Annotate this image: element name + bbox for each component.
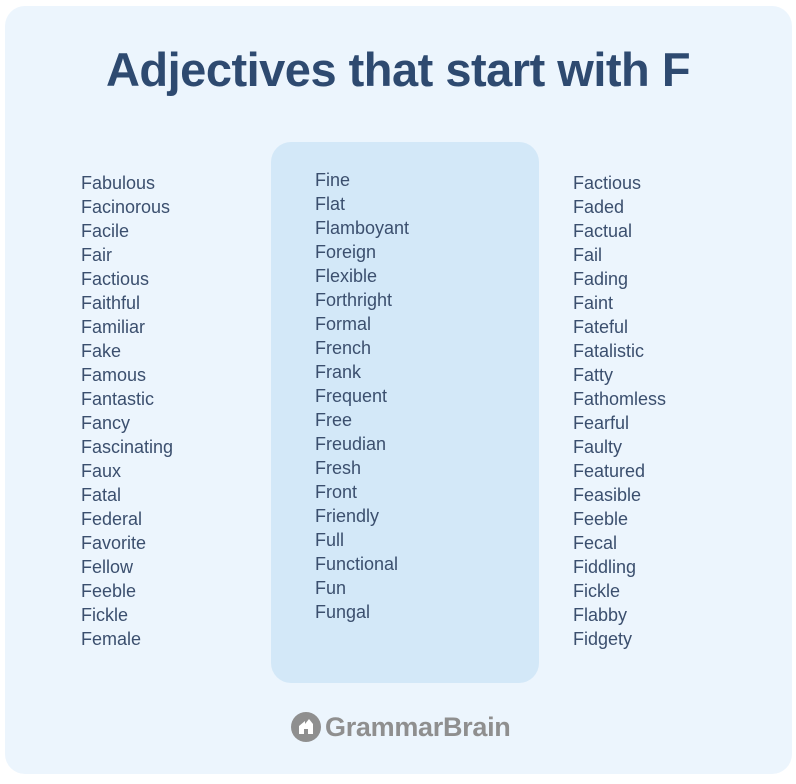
- page-title: Adjectives that start with F: [105, 43, 691, 96]
- adjective-item: Federal: [81, 509, 143, 529]
- adjective-item: Fidgety: [573, 629, 633, 649]
- adjective-item: Freudian: [315, 434, 387, 454]
- adjective-item: Frank: [315, 362, 362, 382]
- adjective-item: Flabby: [573, 605, 628, 625]
- adjective-item: Flat: [315, 194, 346, 214]
- adjective-item: Famous: [81, 365, 147, 385]
- adjective-item: Factious: [573, 173, 642, 193]
- adjective-item: Forthright: [315, 290, 393, 310]
- brand-name: GrammarBrain: [325, 711, 511, 742]
- adjective-item: Fake: [81, 341, 122, 361]
- adjective-item: Female: [81, 629, 142, 649]
- adjective-item: Faux: [81, 461, 122, 481]
- adjective-item: Factual: [573, 221, 633, 241]
- adjective-item: Formal: [315, 314, 372, 334]
- word-column-middle: Fine Flat Flamboyant Foreign Flexible Forthri…: [315, 168, 409, 624]
- adjective-item: Fine: [315, 170, 351, 190]
- adjective-item: Free: [315, 410, 353, 430]
- word-column-right: Factious Faded Factual Fail Fading Faint Fatef…: [573, 171, 666, 651]
- adjective-item: Familiar: [81, 317, 146, 337]
- adjective-item: Fecal: [573, 533, 618, 553]
- adjective-item: Fungal: [315, 602, 371, 622]
- adjective-item: Frequent: [315, 386, 388, 406]
- adjective-item: Feeble: [573, 509, 629, 529]
- adjective-item: Functional: [315, 554, 399, 574]
- adjective-item: Faithful: [81, 293, 141, 313]
- adjective-item: Fellow: [81, 557, 134, 577]
- adjective-item: Front: [315, 482, 358, 502]
- adjective-item: Friendly: [315, 506, 380, 526]
- adjective-item: Favorite: [81, 533, 147, 553]
- adjective-item: Foreign: [315, 242, 377, 262]
- adjective-item: Fun: [315, 578, 347, 598]
- adjective-item: Fathomless: [573, 389, 667, 409]
- adjective-item: Fatty: [573, 365, 614, 385]
- adjective-item: Factious: [81, 269, 150, 289]
- adjective-item: Fateful: [573, 317, 629, 337]
- adjective-item: Fading: [573, 269, 629, 289]
- grammarbrain-house-icon: [291, 712, 321, 742]
- adjective-item: Fantastic: [81, 389, 155, 409]
- adjective-item: French: [315, 338, 372, 358]
- adjective-item: Fatalistic: [573, 341, 645, 361]
- adjective-item: Faulty: [573, 437, 623, 457]
- adjective-item: Fascinating: [81, 437, 174, 457]
- adjective-item: Fearful: [573, 413, 630, 433]
- adjective-item: Flamboyant: [315, 218, 410, 238]
- adjective-item: Fabulous: [81, 173, 156, 193]
- brand-logo: GrammarBrain: [291, 711, 511, 743]
- adjective-item: Fiddling: [573, 557, 637, 577]
- adjective-item: Faded: [573, 197, 625, 217]
- adjective-item: Fancy: [81, 413, 131, 433]
- adjective-item: Feeble: [81, 581, 137, 601]
- adjective-item: Facile: [81, 221, 130, 241]
- adjective-item: Faint: [573, 293, 614, 313]
- adjective-item: Fair: [81, 245, 112, 265]
- adjective-item: Fatal: [81, 485, 122, 505]
- adjective-item: Fickle: [81, 605, 129, 625]
- adjective-item: Flexible: [315, 266, 378, 286]
- adjective-item: Feasible: [573, 485, 642, 505]
- adjective-item: Fickle: [573, 581, 621, 601]
- adjective-item: Featured: [573, 461, 646, 481]
- adjective-item: Fail: [573, 245, 603, 265]
- adjective-item: Full: [315, 530, 345, 550]
- adjective-item: Fresh: [315, 458, 362, 478]
- adjective-item: Facinorous: [81, 197, 171, 217]
- word-column-left: Fabulous Facinorous Facile Fair Factious Fait…: [81, 171, 173, 651]
